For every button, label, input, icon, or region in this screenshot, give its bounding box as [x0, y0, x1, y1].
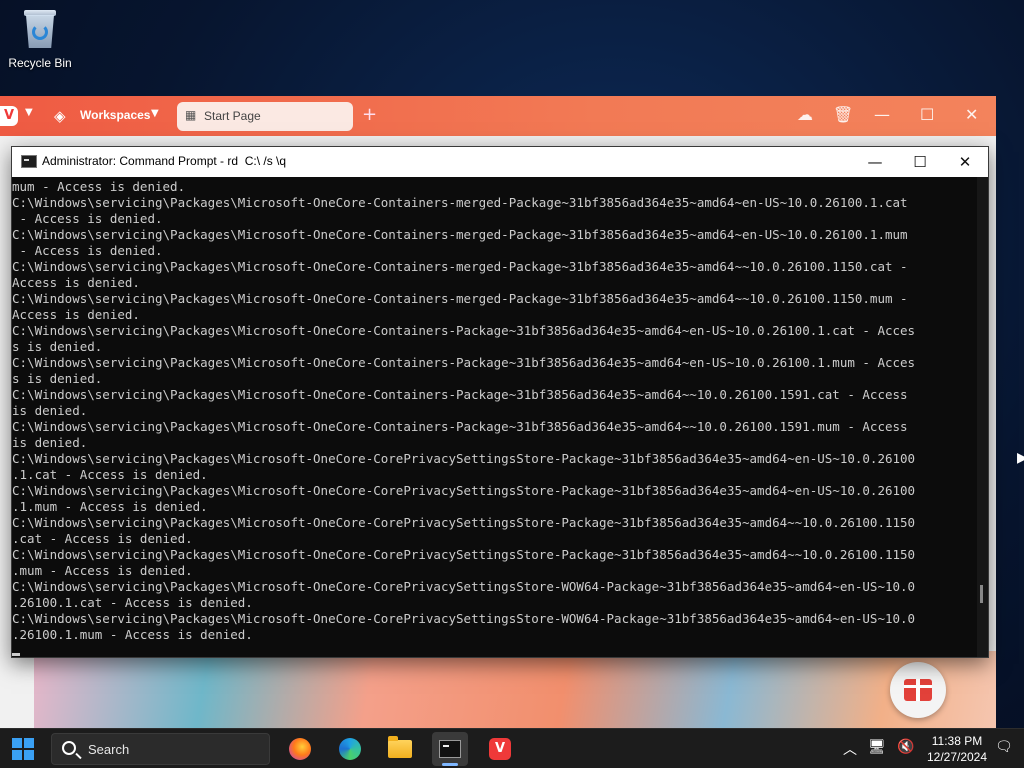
- console-line: C:\Windows\servicing\Packages\Microsoft-…: [12, 515, 916, 530]
- tab-start-page[interactable]: ▦ Start Page: [177, 102, 353, 131]
- new-tab-icon[interactable]: +: [362, 104, 377, 125]
- workspaces-icon[interactable]: ◈: [54, 107, 66, 125]
- console-line: C:\Windows\servicing\Packages\Microsoft-…: [12, 547, 916, 562]
- console-line: - Access is denied.: [12, 243, 163, 258]
- console-line: Access is denied.: [12, 307, 140, 322]
- taskbar-app-command-prompt[interactable]: [432, 732, 468, 766]
- console-line: C:\Windows\servicing\Packages\Microsoft-…: [12, 355, 916, 370]
- console-line: .26100.1.mum - Access is denied.: [12, 627, 253, 642]
- maximize-button[interactable]: ☐: [897, 147, 943, 177]
- search-box[interactable]: Search: [51, 733, 270, 765]
- console-line: .1.cat - Access is denied.: [12, 467, 208, 482]
- console-line: .cat - Access is denied.: [12, 531, 193, 546]
- command-prompt-icon: [439, 740, 461, 758]
- start-button[interactable]: [12, 738, 34, 760]
- start-page-background: [34, 651, 996, 728]
- vivaldi-icon: V: [489, 738, 511, 760]
- console-line: Access is denied.: [12, 275, 140, 290]
- browser-toolbar: V ▼ ◈ Workspaces ▼ ▦ Start Page + ☁ 🗑 — …: [0, 96, 996, 136]
- console-line: C:\Windows\servicing\Packages\Microsoft-…: [12, 227, 908, 242]
- chevron-up-icon[interactable]: ︿: [843, 739, 857, 759]
- console-line: C:\Windows\servicing\Packages\Microsoft-…: [12, 419, 908, 434]
- windows-logo-icon: [12, 738, 22, 748]
- console-line: C:\Windows\servicing\Packages\Microsoft-…: [12, 291, 908, 306]
- grid-icon: ▦: [185, 108, 197, 122]
- taskbar-app-vivaldi[interactable]: V: [482, 732, 518, 766]
- gift-icon: [904, 679, 932, 701]
- text-cursor: [12, 653, 20, 656]
- console-line: C:\Windows\servicing\Packages\Microsoft-…: [12, 259, 908, 274]
- close-button[interactable]: ✕: [942, 147, 988, 177]
- notifications-icon[interactable]: 🗨: [995, 739, 1013, 755]
- console-line: C:\Windows\servicing\Packages\Microsoft-…: [12, 195, 908, 210]
- mouse-pointer-icon: ▶: [1017, 450, 1024, 466]
- desktop-icon-label: Recycle Bin: [8, 56, 72, 70]
- scrollbar-thumb[interactable]: [980, 585, 983, 603]
- console-line: s is denied.: [12, 339, 103, 354]
- search-label: Search: [88, 742, 130, 757]
- vivaldi-menu-icon[interactable]: V: [0, 106, 18, 126]
- console-line: C:\Windows\servicing\Packages\Microsoft-…: [12, 323, 916, 338]
- network-icon[interactable]: 🖥: [868, 739, 886, 755]
- minimize-icon[interactable]: —: [874, 105, 890, 124]
- taskbar-app-firefox[interactable]: [282, 732, 318, 766]
- console-output[interactable]: mum - Access is denied. C:\Windows\servic…: [12, 177, 974, 657]
- taskbar-clock[interactable]: 11:38 PM 12/27/2024: [926, 733, 988, 765]
- command-prompt-window[interactable]: Administrator: Command Prompt - rd C:\ /…: [11, 146, 989, 658]
- volume-muted-icon[interactable]: 🔇: [897, 739, 914, 755]
- workspaces-button[interactable]: Workspaces: [80, 108, 150, 122]
- chevron-down-icon[interactable]: ▼: [151, 108, 159, 119]
- file-explorer-icon: [388, 736, 412, 758]
- gift-button[interactable]: [890, 662, 946, 718]
- clock-date: 12/27/2024: [926, 750, 988, 764]
- console-line: .1.mum - Access is denied.: [12, 499, 208, 514]
- command-prompt-icon: [21, 155, 37, 168]
- cloud-sync-icon[interactable]: ☁: [797, 105, 813, 124]
- recycle-bin-icon: [23, 8, 57, 48]
- firefox-icon: [289, 738, 311, 760]
- console-line: C:\Windows\servicing\Packages\Microsoft-…: [12, 483, 916, 498]
- search-icon: [62, 741, 76, 755]
- taskbar-app-file-explorer[interactable]: [382, 732, 418, 766]
- console-line: C:\Windows\servicing\Packages\Microsoft-…: [12, 611, 916, 626]
- scrollbar[interactable]: [977, 177, 988, 657]
- taskbar-app-edge[interactable]: [332, 732, 368, 766]
- console-line: C:\Windows\servicing\Packages\Microsoft-…: [12, 451, 916, 466]
- console-line: C:\Windows\servicing\Packages\Microsoft-…: [12, 579, 916, 594]
- edge-icon: [339, 738, 361, 760]
- console-line: is denied.: [12, 435, 88, 450]
- console-line: - Access is denied.: [12, 211, 163, 226]
- console-line: is denied.: [12, 403, 88, 418]
- clock-time: 11:38 PM: [931, 734, 983, 748]
- window-title: Administrator: Command Prompt - rd C:\ /…: [42, 154, 287, 168]
- trash-icon[interactable]: 🗑: [833, 105, 853, 124]
- maximize-icon[interactable]: ☐: [920, 105, 934, 124]
- console-line: C:\Windows\servicing\Packages\Microsoft-…: [12, 387, 908, 402]
- cmd-titlebar[interactable]: Administrator: Command Prompt - rd C:\ /…: [12, 147, 988, 177]
- desktop-icon-recycle-bin[interactable]: Recycle Bin: [4, 8, 76, 70]
- minimize-button[interactable]: —: [852, 147, 898, 177]
- console-line: .26100.1.cat - Access is denied.: [12, 595, 253, 610]
- tab-label: Start Page: [204, 109, 261, 123]
- close-icon[interactable]: ✕: [965, 105, 978, 124]
- chevron-down-icon[interactable]: ▼: [25, 107, 33, 118]
- console-line: s is denied.: [12, 371, 103, 386]
- taskbar: Search V ︿ 🖥 🔇 11:38 PM 12/27/2024 🗨: [0, 728, 1024, 768]
- console-line: .mum - Access is denied.: [12, 563, 193, 578]
- console-line: mum - Access is denied.: [12, 179, 186, 194]
